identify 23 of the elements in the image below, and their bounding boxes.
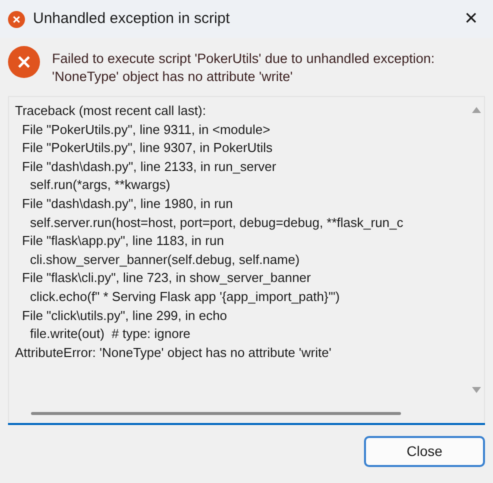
close-button[interactable]: Close [364, 436, 485, 467]
traceback-line: File "dash\dash.py", line 2133, in run_server [22, 158, 276, 174]
traceback-line: Traceback (most recent call last): [15, 103, 206, 118]
error-icon [8, 46, 40, 78]
traceback-line: click.echo(f" * Serving Flask app '{app_import_path}'") [30, 288, 340, 304]
traceback-line: File "flask\app.py", line 1183, in run [22, 233, 224, 248]
error-icon [8, 10, 25, 28]
traceback-line: File "flask\cli.py", line 723, in show_server_banner [22, 270, 311, 286]
traceback-line: File "click\utils.py", line 299, in echo [22, 308, 228, 323]
traceback-line: self.run(*args, **kwargs) [30, 177, 170, 192]
scroll-down-icon[interactable] [472, 387, 480, 393]
traceback-line: self.server.run(host=host, port=port, debug=debug, **flask_run_c [30, 214, 404, 230]
error-message-line: 'NoneType' object has no attribute 'write' [52, 68, 294, 86]
horizontal-scrollbar[interactable] [31, 412, 401, 414]
traceback-line: File "PokerUtils.py", line 9307, in PokerUtils [22, 140, 273, 156]
traceback-line: File "PokerUtils.py", line 9311, in <module> [22, 122, 270, 137]
traceback-line: AttributeError: 'NoneType' object has no attribute 'write' [15, 344, 332, 360]
error-message-line: Failed to execute script 'PokerUtils' due to unhandled exception: [52, 50, 435, 68]
traceback-line: file.write(out) # type: ignore [30, 326, 190, 342]
traceback-line: cli.show_server_banner(self.debug, self.name) [30, 252, 300, 267]
scroll-up-icon[interactable] [472, 107, 480, 113]
window-title: Unhandled exception in script [33, 8, 231, 29]
traceback-line: File "dash\dash.py", line 1980, in run [22, 196, 233, 211]
